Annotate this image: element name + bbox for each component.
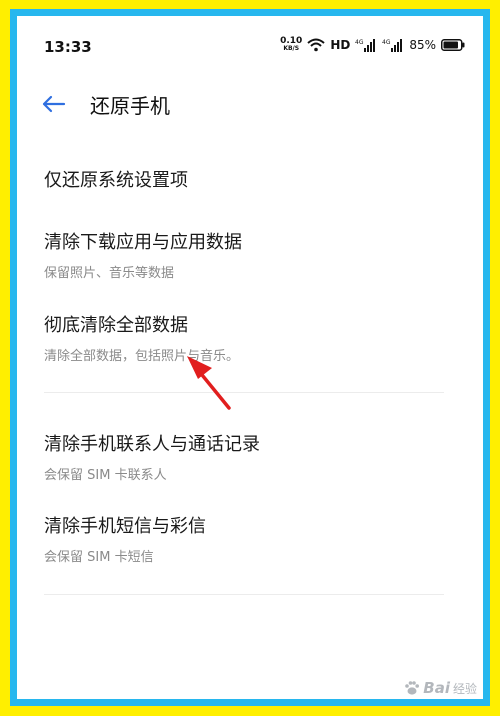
network-speed-unit: KB/S xyxy=(283,45,300,52)
section-divider-bottom xyxy=(44,594,444,595)
svg-text:4G: 4G xyxy=(355,39,364,46)
status-icons: 0.10 KB/S HD 4G 4G 85% xyxy=(280,35,465,55)
page-header: 还原手机 xyxy=(17,82,483,126)
phone-screen: 13:33 0.10 KB/S HD 4G 4G 85% 还原手机 仅还原系统设… xyxy=(17,16,483,699)
page-title: 还原手机 xyxy=(90,94,170,118)
battery-percent: 85% xyxy=(409,38,436,52)
option-erase-all-data[interactable]: 彻底清除全部数据 清除全部数据，包括照片与音乐。 xyxy=(44,311,454,364)
hd-label: HD xyxy=(330,38,351,52)
option-subtitle: 保留照片、音乐等数据 xyxy=(44,266,175,281)
wifi-icon xyxy=(307,38,325,52)
option-title: 清除手机短信与彩信 xyxy=(44,516,206,537)
option-subtitle: 会保留 SIM 卡短信 xyxy=(44,550,154,565)
option-title: 清除手机联系人与通话记录 xyxy=(44,434,260,455)
option-reset-system-settings[interactable]: 仅还原系统设置项 xyxy=(44,166,454,192)
section-divider xyxy=(44,392,444,393)
paw-logo-icon xyxy=(405,681,420,695)
option-title: 彻底清除全部数据 xyxy=(44,315,188,336)
back-arrow-icon[interactable] xyxy=(39,90,67,118)
option-title: 仅还原系统设置项 xyxy=(44,170,188,191)
watermark-brand: Bai xyxy=(423,679,450,697)
battery-icon xyxy=(441,39,465,51)
option-clear-downloaded-apps[interactable]: 清除下载应用与应用数据 保留照片、音乐等数据 xyxy=(44,228,454,281)
status-time: 13:33 xyxy=(44,38,92,56)
network-speed: 0.10 KB/S xyxy=(280,37,302,53)
signal-icon-2: 4G xyxy=(382,39,403,52)
option-clear-contacts-calls[interactable]: 清除手机联系人与通话记录 会保留 SIM 卡联系人 xyxy=(44,430,454,483)
network-speed-value: 0.10 xyxy=(280,36,303,46)
status-bar: 13:33 0.10 KB/S HD 4G 4G 85% xyxy=(17,16,483,72)
signal-icon: 4G xyxy=(355,39,376,52)
option-subtitle: 会保留 SIM 卡联系人 xyxy=(44,468,167,483)
option-subtitle: 清除全部数据，包括照片与音乐。 xyxy=(44,349,240,364)
option-title: 清除下载应用与应用数据 xyxy=(44,232,242,253)
option-clear-sms-mms[interactable]: 清除手机短信与彩信 会保留 SIM 卡短信 xyxy=(44,512,454,565)
baidu-watermark: Bai 经验 xyxy=(404,679,477,697)
watermark-suffix: 经验 xyxy=(452,681,477,696)
svg-text:4G: 4G xyxy=(382,39,391,46)
